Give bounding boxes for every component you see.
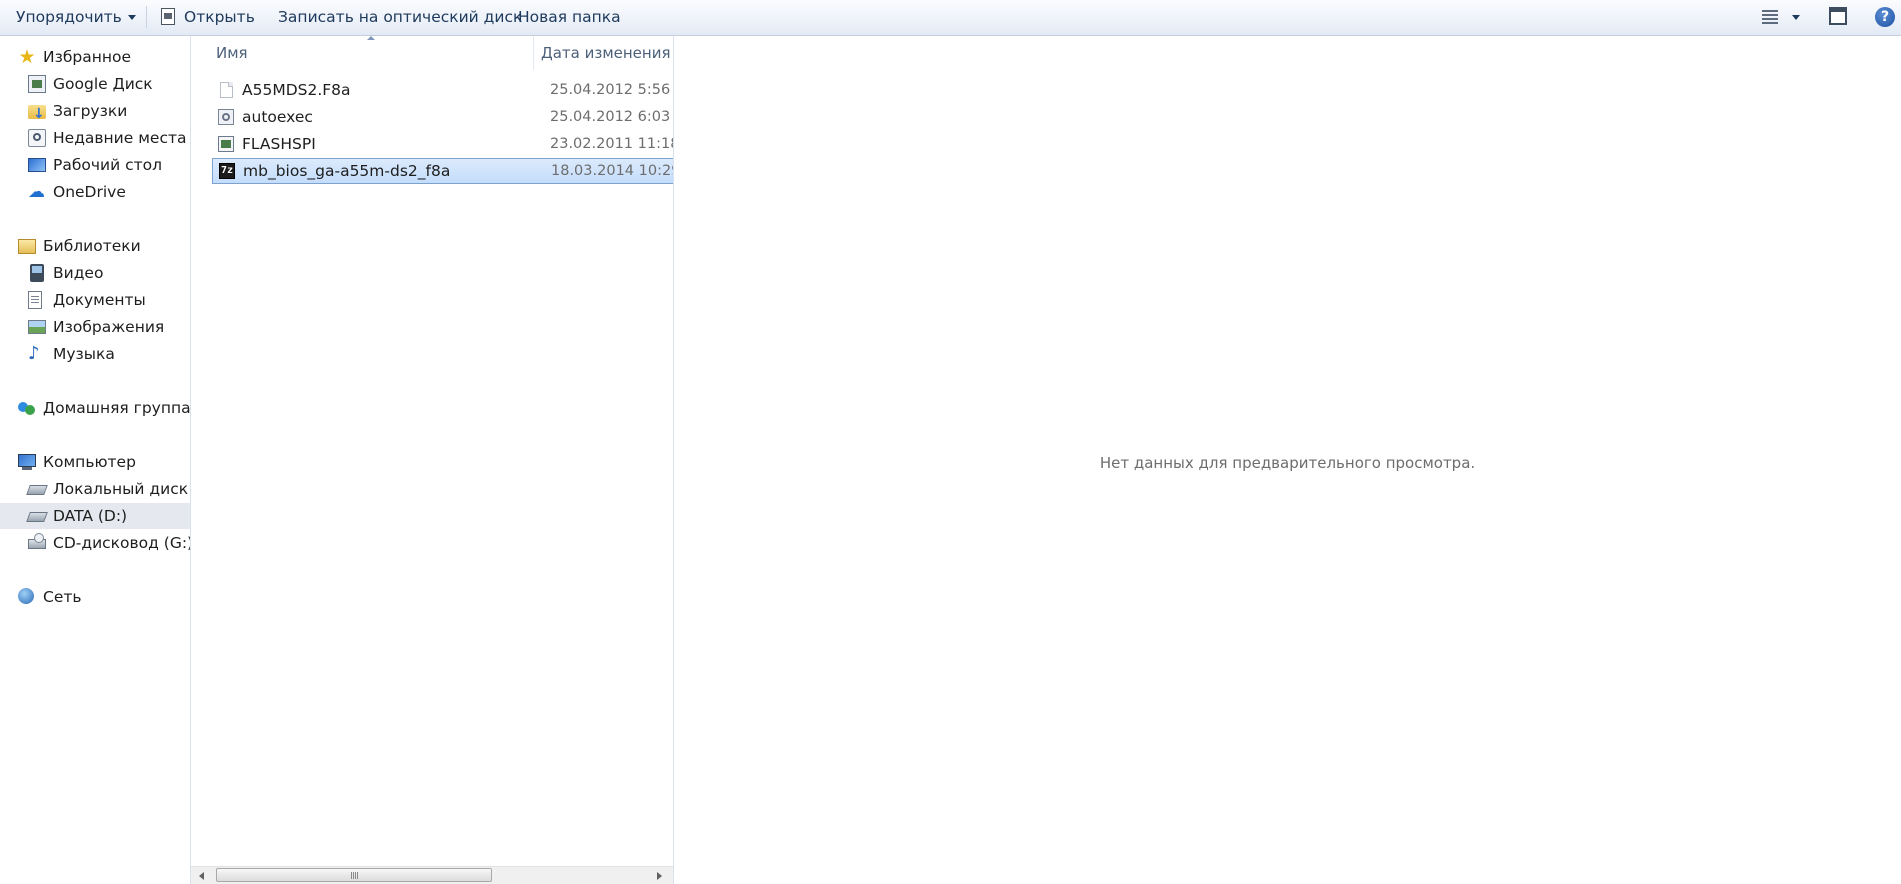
view-details-icon[interactable] <box>1762 9 1778 25</box>
nav-video-label: Видео <box>53 264 104 282</box>
computer-icon <box>18 454 36 470</box>
organize-label: Упорядочить <box>16 8 122 26</box>
help-icon[interactable]: ? <box>1875 7 1895 27</box>
preview-pane-toggle-icon[interactable] <box>1829 7 1847 25</box>
network-globe-icon <box>18 588 34 604</box>
hard-drive-icon <box>26 485 48 495</box>
7z-archive-icon: 7z <box>219 163 235 179</box>
exe-file-icon <box>218 136 234 152</box>
file-row-selected[interactable]: 7z mb_bios_ga-a55m-ds2_f8a 18.03.2014 10… <box>212 158 674 184</box>
desktop-icon <box>28 158 46 172</box>
file-name: mb_bios_ga-a55m-ds2_f8a <box>243 162 451 180</box>
homegroup-icon <box>18 399 36 417</box>
nav-drive-d-label: DATA (D:) <box>53 507 128 525</box>
column-header-name[interactable]: Имя <box>216 36 248 70</box>
burn-disc-button[interactable]: Записать на оптический диск <box>278 0 522 35</box>
nav-drive-g-label: CD-дисковод (G:) <box>53 534 191 552</box>
downloads-folder-icon <box>28 101 46 127</box>
preview-pane: Нет данных для предварительного просмотр… <box>674 36 1901 884</box>
nav-downloads-label: Загрузки <box>53 102 128 120</box>
file-row[interactable]: autoexec 25.04.2012 6:03 <box>211 104 673 130</box>
file-list: Имя Дата изменения A55MDS2.F8a 25.04.201… <box>191 36 674 884</box>
batch-file-icon <box>218 109 234 125</box>
nav-libraries-label: Библиотеки <box>43 237 141 255</box>
new-folder-button[interactable]: Новая папка <box>518 0 621 35</box>
nav-network-label: Сеть <box>43 588 82 606</box>
libraries-icon <box>18 239 36 254</box>
column-divider[interactable] <box>533 36 534 70</box>
column-header-date-modified[interactable]: Дата изменения <box>541 36 671 70</box>
file-name: autoexec <box>242 108 313 126</box>
nav-documents-label: Документы <box>53 291 146 309</box>
chevron-down-icon <box>127 15 136 20</box>
file-name: FLASHSPI <box>242 135 316 153</box>
scroll-left-arrow-icon[interactable] <box>199 872 204 880</box>
organize-button[interactable]: Упорядочить <box>16 0 136 35</box>
file-date: 25.04.2012 6:03 <box>550 109 671 125</box>
video-icon <box>30 264 44 282</box>
file-row[interactable]: FLASHSPI 23.02.2011 11:18 <box>211 131 674 157</box>
open-icon <box>161 8 175 25</box>
scroll-right-arrow-icon[interactable] <box>657 872 662 880</box>
nav-favorites-label: Избранное <box>43 48 132 66</box>
file-date: 25.04.2012 5:56 <box>550 82 671 98</box>
file-date: 18.03.2014 10:29 <box>551 163 674 179</box>
nav-music-label: Музыка <box>53 345 115 363</box>
nav-homegroup-label: Домашняя группа <box>43 399 191 417</box>
open-button[interactable]: Открыть <box>184 0 255 35</box>
sort-ascending-icon <box>367 36 375 40</box>
documents-icon <box>28 291 42 309</box>
recent-places-icon <box>28 129 46 147</box>
nav-computer-label: Компьютер <box>43 453 136 471</box>
google-drive-icon <box>28 75 46 93</box>
nav-drive-c-label: Локальный диск (C:) <box>53 480 190 498</box>
grip-icon <box>351 872 352 879</box>
navigation-pane: ★ Избранное Google Диск Загрузки Недавни… <box>0 36 191 884</box>
nav-desktop-label: Рабочий стол <box>53 156 163 174</box>
file-date: 23.02.2011 11:18 <box>550 136 674 152</box>
hard-drive-icon <box>26 512 48 522</box>
nav-drive-d[interactable]: DATA (D:) <box>0 503 190 529</box>
blank-file-icon <box>220 82 233 98</box>
scrollbar-thumb[interactable] <box>216 868 492 882</box>
star-icon: ★ <box>18 46 36 68</box>
file-name: A55MDS2.F8a <box>242 81 351 99</box>
nav-onedrive-label: OneDrive <box>53 183 126 201</box>
nav-google-drive-label: Google Диск <box>53 75 153 93</box>
command-bar: Упорядочить Открыть Записать на оптическ… <box>0 0 1901 36</box>
view-options-chevron-icon[interactable] <box>1792 15 1800 20</box>
music-note-icon: ♪ <box>28 343 40 364</box>
toolbar-separator <box>146 6 147 28</box>
cd-drive-icon <box>28 533 46 549</box>
no-preview-message: Нет данных для предварительного просмотр… <box>1099 454 1476 472</box>
images-icon <box>28 320 46 334</box>
file-row[interactable]: A55MDS2.F8a 25.04.2012 5:56 <box>211 77 673 103</box>
nav-images-label: Изображения <box>53 318 165 336</box>
horizontal-scrollbar[interactable] <box>191 866 673 884</box>
cloud-icon: ☁ <box>28 182 45 202</box>
nav-recent-label: Недавние места <box>53 129 187 147</box>
